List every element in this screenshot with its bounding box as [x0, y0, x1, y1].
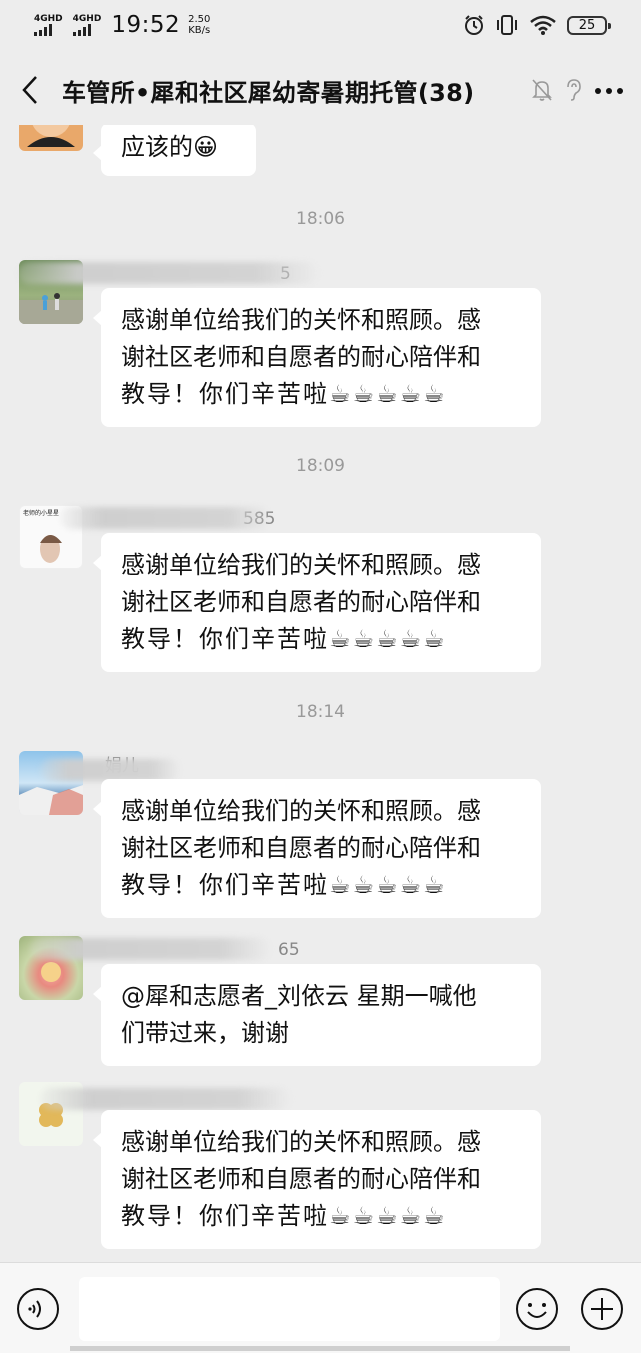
message-bubble[interactable]: 感谢单位给我们的关怀和照顾。感 谢社区老师和自愿者的耐心陪伴和 教导！你们辛苦啦…	[93, 1110, 541, 1249]
emoji-icon	[516, 1288, 558, 1330]
gesture-bar	[70, 1346, 570, 1351]
redaction-blur	[60, 507, 270, 529]
net-speed-value: 2.50	[188, 14, 211, 25]
voice-icon	[17, 1288, 59, 1330]
avatar[interactable]	[19, 125, 83, 151]
input-bar	[0, 1262, 641, 1353]
bell-off-icon	[532, 79, 552, 101]
status-bar: 4GHD 4GHD 19:52 2.50 KB/s 25	[0, 0, 641, 50]
sim2-label: 4GHD	[72, 14, 102, 24]
signal-sim2: 4GHD	[72, 14, 102, 36]
timestamp: 18:09	[296, 456, 345, 476]
message-line: 教导！你们辛苦啦☕☕☕☕☕	[121, 871, 447, 899]
chevron-left-icon	[22, 76, 37, 104]
message-line: 谢社区老师和自愿者的耐心陪伴和	[121, 834, 481, 862]
chat-header: 车管所•犀和社区犀幼寄暑期托管(38)	[0, 55, 641, 125]
wifi-icon	[530, 15, 556, 35]
earpiece-icon	[567, 79, 581, 101]
message-line: @犀和志愿者_刘依云 星期一喊他	[121, 982, 477, 1010]
message-bubble[interactable]: 应该的😀	[93, 125, 256, 176]
redaction-blur	[30, 938, 270, 960]
message-bubble[interactable]: 感谢单位给我们的关怀和照顾。感 谢社区老师和自愿者的耐心陪伴和 教导！你们辛苦啦…	[93, 288, 541, 427]
signal-bars-icon	[34, 24, 52, 36]
message-line: 感谢单位给我们的关怀和照顾。感	[121, 1128, 481, 1156]
timestamp: 18:06	[296, 209, 345, 229]
more-icon	[595, 87, 623, 94]
message-line: 教导！你们辛苦啦☕☕☕☕☕	[121, 380, 447, 408]
voice-button[interactable]	[16, 1287, 60, 1335]
message-line: 教导！你们辛苦啦☕☕☕☕☕	[121, 625, 447, 653]
message-line: 们带过来，谢谢	[121, 1019, 289, 1047]
signal-sim1: 4GHD	[34, 14, 63, 36]
timestamp: 18:14	[296, 702, 345, 722]
message-line: 感谢单位给我们的关怀和照顾。感	[121, 797, 481, 825]
message-bubble[interactable]: 感谢单位给我们的关怀和照顾。感 谢社区老师和自愿者的耐心陪伴和 教导！你们辛苦啦…	[93, 779, 541, 918]
message-line: 感谢单位给我们的关怀和照顾。感	[121, 551, 481, 579]
redaction-blur	[40, 1088, 290, 1110]
plus-icon	[581, 1288, 623, 1330]
message-text: 应该的😀	[121, 133, 219, 161]
message-line: 谢社区老师和自愿者的耐心陪伴和	[121, 1165, 481, 1193]
message-line: 感谢单位给我们的关怀和照顾。感	[121, 306, 481, 334]
net-speed: 2.50 KB/s	[188, 14, 210, 36]
message-input[interactable]	[79, 1277, 500, 1341]
signal-bars-icon	[72, 24, 91, 36]
redaction-blur	[40, 759, 180, 781]
battery-indicator: 25	[567, 15, 611, 35]
more-functions-button[interactable]	[580, 1287, 624, 1335]
redaction-blur	[18, 262, 318, 284]
message-line: 谢社区老师和自愿者的耐心陪伴和	[121, 588, 481, 616]
alarm-icon	[465, 15, 483, 35]
message-bubble[interactable]: @犀和志愿者_刘依云 星期一喊他 们带过来，谢谢	[93, 964, 541, 1066]
clock: 19:52	[111, 12, 181, 38]
emoji-button[interactable]	[515, 1287, 559, 1335]
more-button[interactable]	[593, 81, 625, 100]
sender-name: 65	[278, 940, 300, 960]
net-speed-unit: KB/s	[188, 25, 211, 36]
back-button[interactable]	[20, 72, 48, 108]
chat-message-list[interactable]: 应该的😀 18:06 5 感谢单位给我们的关怀和照顾。感 谢社区老师和自愿者的耐…	[0, 125, 641, 1260]
vibrate-icon	[497, 15, 517, 35]
chat-title: 车管所•犀和社区犀幼寄暑期托管(38)	[62, 78, 475, 107]
sim1-label: 4GHD	[34, 14, 63, 24]
battery-level: 25	[578, 17, 596, 33]
message-bubble[interactable]: 感谢单位给我们的关怀和照顾。感 谢社区老师和自愿者的耐心陪伴和 教导！你们辛苦啦…	[93, 533, 541, 672]
message-line: 教导！你们辛苦啦☕☕☕☕☕	[121, 1202, 447, 1230]
message-line: 谢社区老师和自愿者的耐心陪伴和	[121, 343, 481, 371]
